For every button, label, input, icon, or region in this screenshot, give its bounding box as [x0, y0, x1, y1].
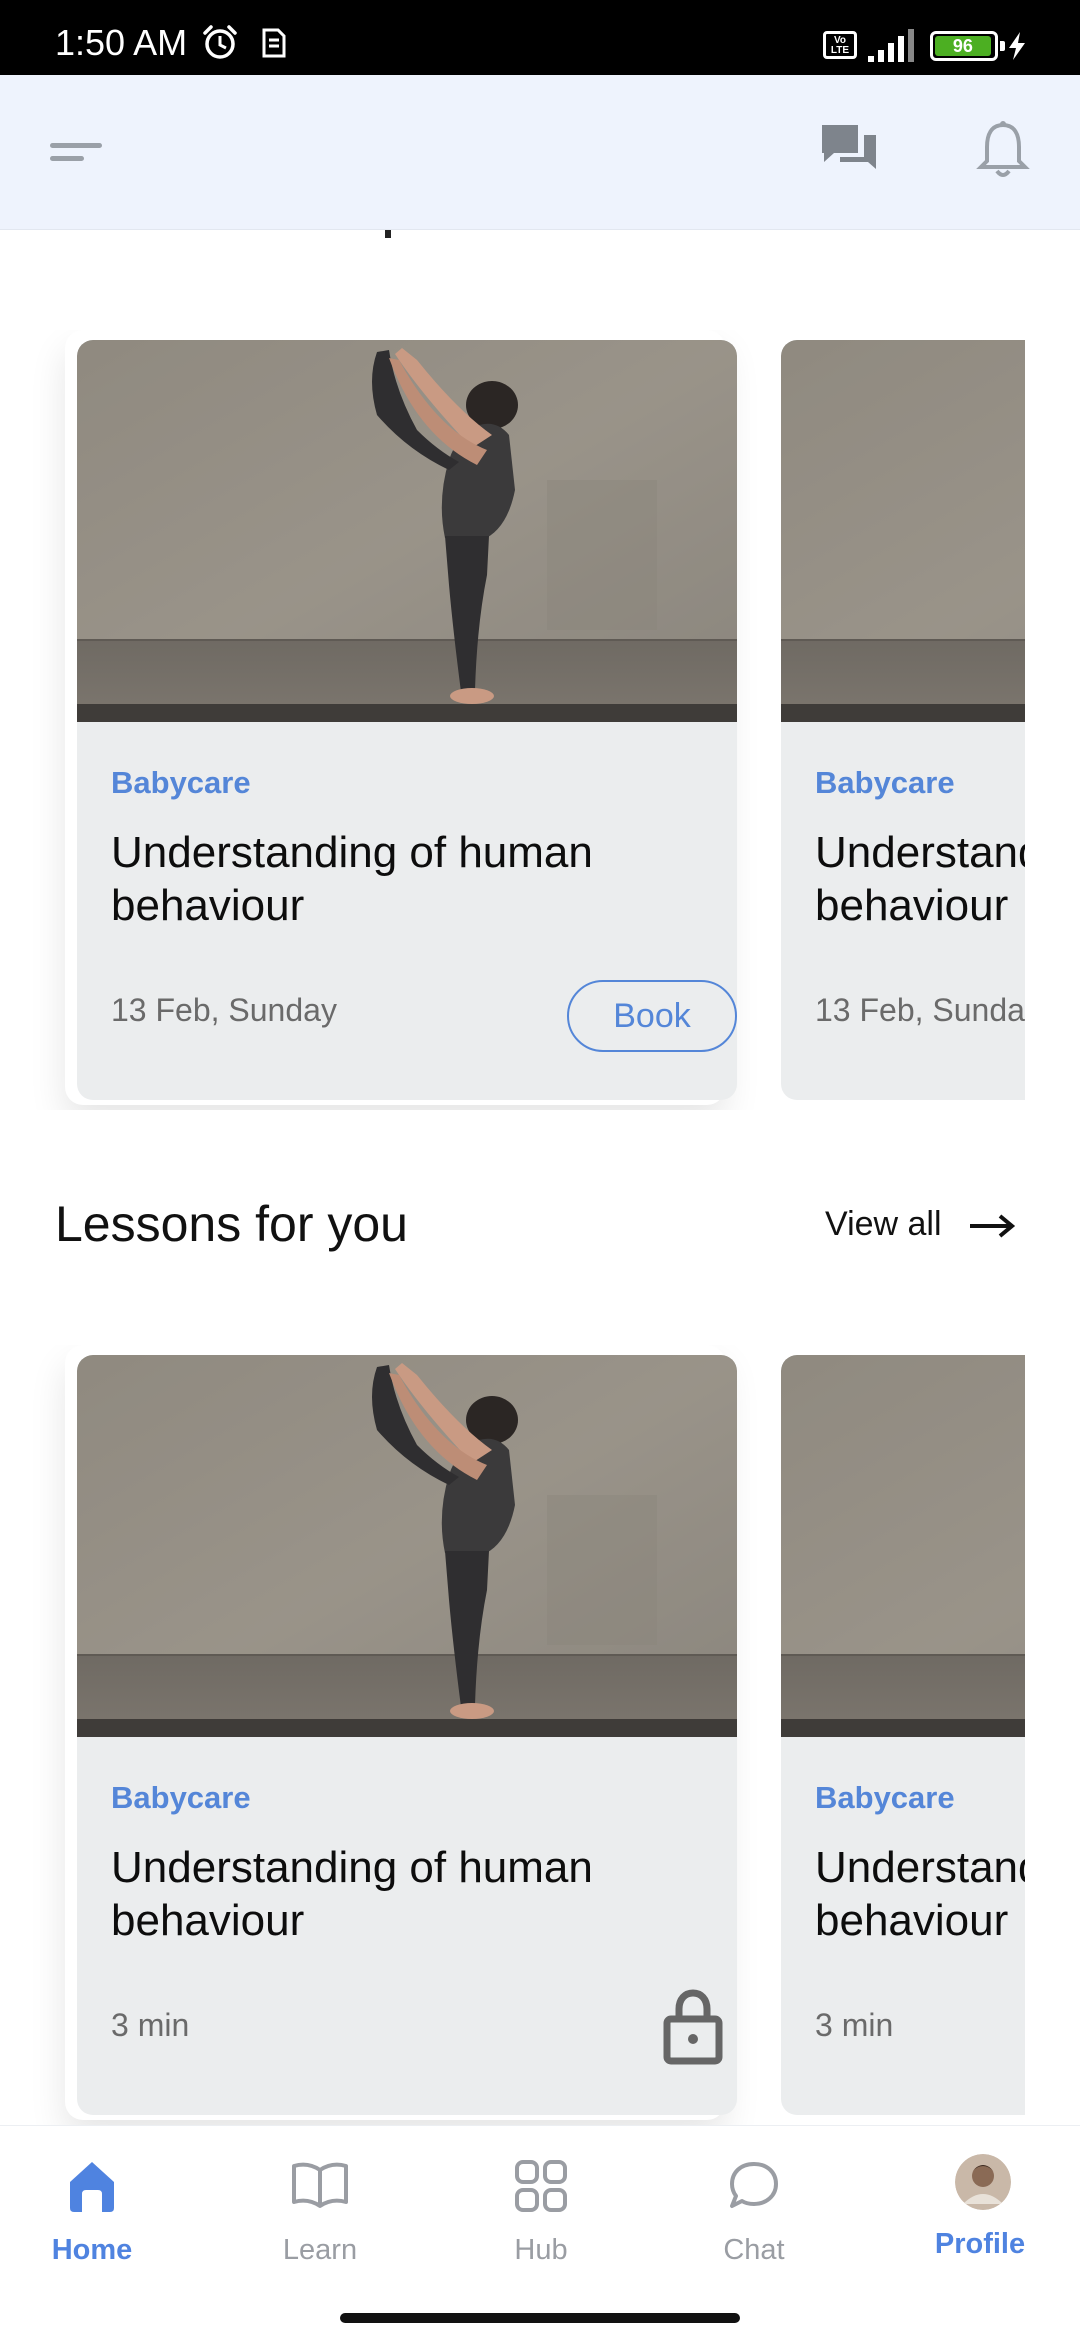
nav-label: Learn: [282, 2234, 358, 2266]
nav-label: Home: [51, 2234, 133, 2266]
charging-icon: [1009, 32, 1025, 60]
card-title: Understanding of human behaviour: [111, 1843, 593, 1945]
arrow-right-icon[interactable]: [968, 1212, 1016, 1240]
lesson-card[interactable]: Babycare Understanding of human behaviou…: [77, 1355, 737, 2115]
book-button[interactable]: Book: [567, 980, 737, 1052]
avatar: [955, 2154, 1011, 2210]
card-category: Babycare: [815, 765, 955, 800]
battery-icon: 96: [930, 31, 998, 61]
card-date: 13 Feb, Sunday: [815, 992, 1025, 1028]
clipped-section-title: [385, 230, 391, 238]
alarm-icon: [203, 25, 237, 59]
nav-hub[interactable]: Hub: [441, 2126, 641, 2296]
session-card[interactable]: Babycare Understanding of human behaviou…: [781, 340, 1025, 1100]
nav-home[interactable]: Home: [0, 2126, 192, 2296]
status-bar: 1:50 AM Vo LTE 96: [0, 0, 1080, 75]
lesson-cards-rail[interactable]: Babycare Understanding of human behaviou…: [0, 1345, 1025, 2125]
bottom-nav: Home Learn Hub Chat Profile: [0, 2125, 1080, 2340]
app-header: [0, 75, 1080, 230]
nav-profile[interactable]: Profile: [880, 2126, 1080, 2296]
menu-icon[interactable]: [50, 137, 106, 167]
card-title: Understanding of human behaviour: [815, 828, 1025, 930]
nav-label: Hub: [514, 2234, 568, 2266]
session-card[interactable]: Babycare Understanding of human behaviou…: [77, 340, 737, 1100]
card-title: Understanding of human behaviour: [815, 1843, 1025, 1945]
nav-label: Profile: [934, 2228, 1026, 2260]
card-image: [781, 340, 1025, 722]
card-title: Understanding of human behaviour: [111, 828, 593, 930]
card-duration: 3 min: [111, 2007, 190, 2043]
nav-learn[interactable]: Learn: [220, 2126, 420, 2296]
home-icon: [70, 2162, 114, 2212]
grid-icon: [515, 2160, 567, 2212]
volte-badge: Vo LTE: [823, 31, 857, 59]
card-category: Babycare: [111, 1780, 251, 1815]
home-indicator[interactable]: [340, 2313, 740, 2323]
card-date: 13 Feb, Sunday: [111, 992, 337, 1028]
lessons-section-title: Lessons for you: [55, 1196, 408, 1252]
lock-icon[interactable]: [663, 1987, 723, 2065]
lesson-card[interactable]: Babycare Understanding of human behaviou…: [781, 1355, 1025, 2115]
book-icon: [292, 2162, 348, 2208]
card-image: [77, 1355, 737, 1737]
bell-icon[interactable]: [975, 119, 1031, 181]
chat-bubbles-icon[interactable]: [818, 119, 880, 181]
upcoming-cards-rail[interactable]: Babycare Understanding of human behaviou…: [0, 330, 1025, 1110]
card-image: [77, 340, 737, 722]
card-category: Babycare: [111, 765, 251, 800]
status-time: 1:50 AM: [55, 22, 188, 63]
card-duration: 3 min: [815, 2007, 894, 2043]
nav-chat[interactable]: Chat: [654, 2126, 854, 2296]
battery-level: 96: [935, 36, 991, 56]
sim-icon: [262, 28, 286, 58]
signal-icon: [868, 29, 914, 62]
battery-tip: [1000, 41, 1005, 51]
chat-icon: [730, 2162, 778, 2208]
card-image: [781, 1355, 1025, 1737]
card-category: Babycare: [815, 1780, 955, 1815]
nav-label: Chat: [723, 2234, 785, 2266]
view-all-link[interactable]: View all: [825, 1205, 942, 1244]
